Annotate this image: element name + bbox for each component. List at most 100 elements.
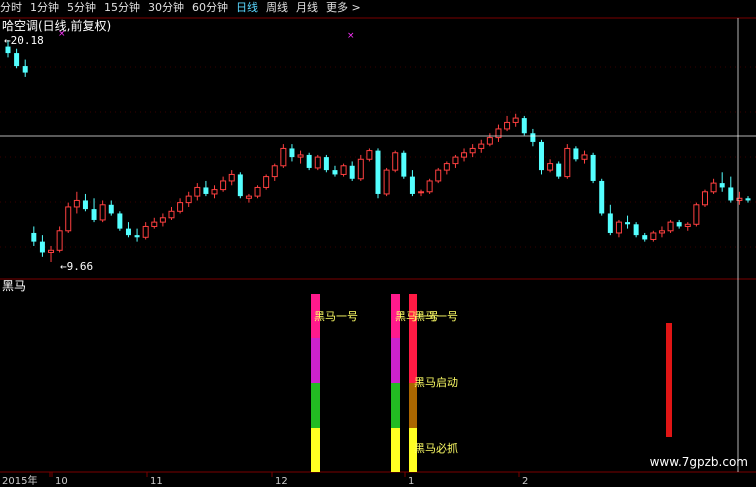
candle-body	[203, 187, 209, 194]
candle-body	[349, 165, 355, 179]
signal-label: 黑马一号	[414, 310, 458, 323]
candle-body	[684, 223, 691, 227]
candlestick-series	[5, 40, 751, 262]
candle-body	[125, 228, 131, 236]
candle-body	[340, 165, 347, 175]
candle-body	[5, 46, 11, 54]
candle-body	[607, 213, 613, 233]
xaxis-label: 12	[275, 476, 288, 487]
candle-body	[486, 137, 493, 145]
candle-body	[599, 180, 605, 214]
signal-label: 黑马必抓	[414, 441, 458, 455]
candle-body	[745, 198, 751, 201]
candle-body	[469, 147, 476, 154]
signal-label: 黑马一号	[314, 310, 358, 323]
candle-body	[547, 163, 554, 171]
candle-body	[573, 148, 579, 160]
chart-title: 哈空调(日线,前复权)	[2, 18, 111, 33]
candle-body	[615, 221, 622, 234]
overlay-layer: 哈空调(日线,前复权)←20.18←9.66× ×2015年 10 11 12 1 2www…	[0, 18, 756, 487]
candle-body	[435, 169, 442, 182]
candle-body	[289, 148, 295, 158]
candle-body	[642, 235, 648, 240]
candle-body	[383, 169, 390, 195]
candle-body	[521, 118, 527, 134]
candle-body	[418, 191, 425, 194]
candle-body	[538, 141, 544, 171]
candle-body	[297, 154, 304, 158]
candle-body	[254, 186, 261, 197]
candle-body	[633, 224, 639, 236]
candle-body	[177, 202, 184, 212]
signal-mark: ×	[347, 31, 355, 41]
candle-body	[693, 204, 700, 225]
xaxis-label: 2	[522, 476, 528, 487]
candle-body	[504, 121, 511, 130]
signal-bar-segment	[311, 383, 320, 428]
high-price-label: ←20.18	[4, 34, 44, 47]
candle-body	[332, 170, 338, 175]
candle-body	[82, 200, 88, 210]
candle-body	[263, 176, 270, 188]
signal-bar-segment	[409, 383, 417, 428]
candle-body	[56, 230, 63, 251]
candle-body	[658, 230, 665, 234]
candle-body	[159, 217, 166, 223]
signal-bar-red	[666, 323, 672, 437]
grid-layer	[0, 17, 756, 473]
candle-body	[357, 158, 364, 180]
candle-body	[452, 156, 459, 165]
xaxis-label: 11	[150, 476, 163, 487]
indicator-panel: 黑马黑马一号 黑马一号黑马一号黑马启动黑马必抓	[2, 279, 672, 472]
candle-body	[99, 204, 106, 221]
low-price-label: ←9.66	[60, 260, 93, 273]
candle-body	[401, 152, 407, 177]
candle-body	[185, 195, 192, 204]
candle-body	[314, 156, 321, 169]
candle-body	[91, 209, 97, 220]
candle-body	[134, 235, 140, 238]
signal-bar-segment	[311, 428, 320, 472]
candle-body	[366, 150, 373, 160]
candle-body	[39, 241, 45, 253]
candle-body	[719, 183, 725, 188]
signal-bar-segment	[391, 338, 400, 383]
signal-bar-segment	[391, 383, 400, 428]
watermark: www.7gpzb.com	[650, 455, 748, 469]
candle-body	[194, 186, 201, 197]
signal-bar-segment	[409, 294, 417, 383]
candle-body	[151, 221, 158, 227]
candle-body	[142, 225, 149, 238]
candle-body	[710, 182, 717, 193]
stock-chart[interactable]: 黑马黑马一号 黑马一号黑马一号黑马启动黑马必抓 哈空调(日线,前复权)←20.18…	[0, 0, 756, 487]
signal-bar-segment	[311, 338, 320, 383]
candle-body	[220, 180, 227, 191]
candle-body	[590, 154, 596, 181]
xaxis-label: 1	[408, 476, 414, 487]
candle-body	[478, 143, 485, 149]
candle-body	[31, 232, 37, 242]
signal-label: 黑马启动	[414, 376, 458, 389]
candle-body	[461, 152, 468, 158]
candle-body	[271, 165, 278, 178]
candle-body	[306, 154, 312, 168]
candle-body	[245, 195, 252, 199]
candle-body	[108, 204, 114, 214]
xaxis-label: 2015年	[2, 474, 37, 487]
candle-body	[443, 163, 450, 171]
candle-body	[280, 147, 287, 167]
candle-body	[237, 174, 243, 197]
candle-body	[512, 117, 519, 123]
candle-body	[323, 157, 329, 171]
candle-body	[426, 180, 433, 193]
candle-body	[581, 154, 588, 160]
candle-body	[701, 191, 708, 206]
candle-body	[625, 222, 631, 225]
candle-body	[392, 152, 399, 171]
candle-body	[117, 213, 123, 229]
candle-body	[676, 222, 682, 227]
candle-body	[211, 189, 218, 195]
candle-body	[409, 176, 415, 194]
candle-body	[65, 206, 72, 232]
candle-body	[530, 133, 536, 142]
